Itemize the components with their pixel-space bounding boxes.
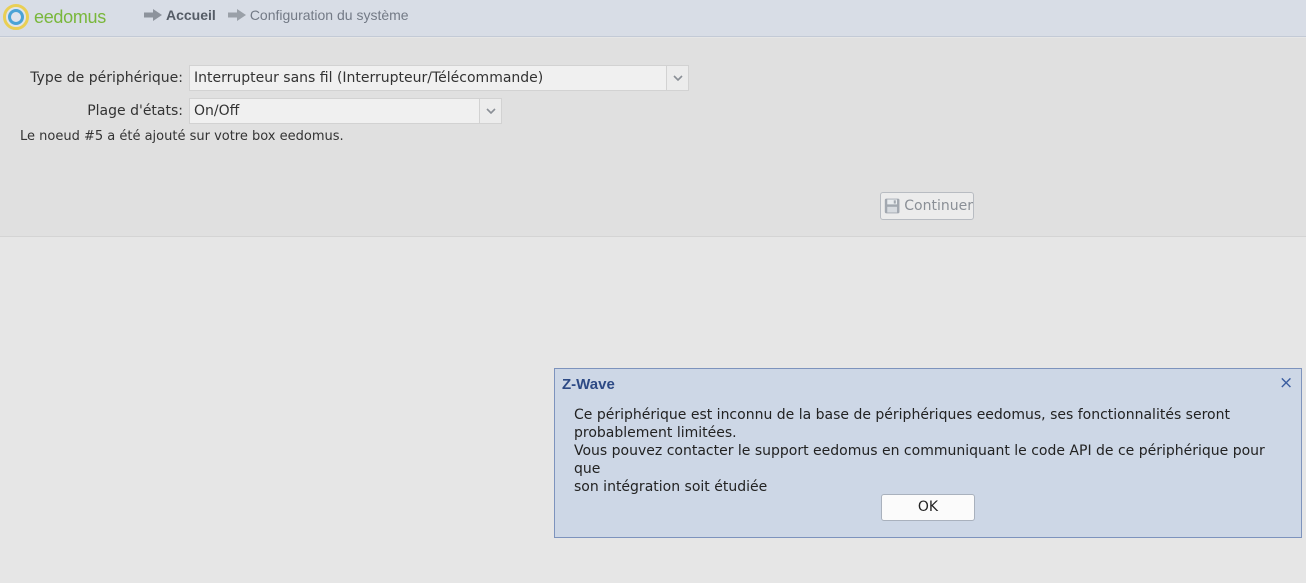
top-header: eedomus Accueil Configuration du système — [0, 0, 1306, 37]
breadcrumb: Accueil Configuration du système — [144, 7, 421, 23]
continue-label: Continuer — [904, 198, 973, 214]
save-disk-icon — [884, 198, 900, 214]
close-icon[interactable]: × — [1279, 375, 1293, 392]
continue-button[interactable]: Continuer — [880, 192, 974, 220]
breadcrumb-label: Accueil — [166, 7, 216, 23]
brand-name: eedomus — [34, 6, 106, 27]
dialog-title: Z-Wave — [562, 376, 615, 393]
brand-logo[interactable]: eedomus — [3, 3, 106, 31]
device-config-panel: Type de périphérique: Interrupteur sans … — [0, 38, 1306, 237]
dialog-message-line: Ce périphérique est inconnu de la base d… — [574, 407, 1230, 423]
breadcrumb-label: Configuration du système — [249, 7, 409, 23]
state-range-select[interactable]: On/Off — [189, 98, 502, 124]
chevron-down-icon[interactable] — [479, 99, 501, 123]
breadcrumb-item-configuration[interactable]: Configuration du système — [227, 7, 409, 23]
device-type-label: Type de périphérique: — [30, 70, 183, 86]
ok-button[interactable]: OK — [881, 494, 975, 521]
arrow-right-icon — [144, 9, 162, 21]
status-message: Le noeud #5 a été ajouté sur votre box e… — [20, 129, 344, 144]
eedomus-logo-icon — [3, 4, 29, 30]
breadcrumb-item-accueil[interactable]: Accueil — [144, 7, 216, 23]
zwave-dialog: Z-Wave × Ce périphérique est inconnu de … — [554, 368, 1302, 538]
arrow-right-icon — [227, 9, 246, 21]
dialog-message: Ce périphérique est inconnu de la base d… — [574, 406, 1274, 496]
dialog-message-line: probablement limitées. — [574, 425, 737, 441]
device-type-value: Interrupteur sans fil (Interrupteur/Télé… — [194, 70, 544, 86]
chevron-down-icon[interactable] — [666, 66, 688, 90]
dialog-message-line: Vous pouvez contacter le support eedomus… — [574, 443, 1265, 477]
device-type-select[interactable]: Interrupteur sans fil (Interrupteur/Télé… — [189, 65, 689, 91]
state-range-value: On/Off — [194, 103, 240, 119]
state-range-label: Plage d'états: — [87, 103, 183, 119]
